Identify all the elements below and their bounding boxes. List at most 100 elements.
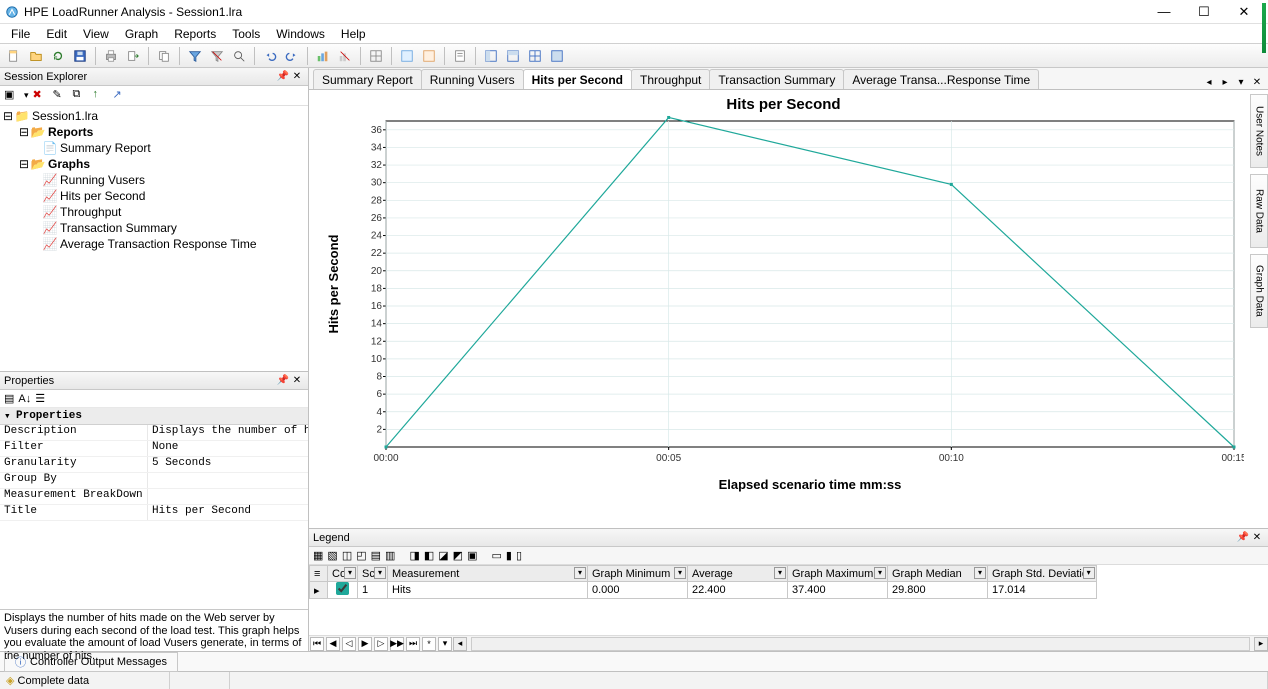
legend-row[interactable]: ▸ 1 Hits 0.000 22.400 37.400 29.800 17.0… — [310, 582, 1097, 599]
legend-tool-icon[interactable]: ▮ — [506, 549, 512, 562]
menu-file[interactable]: File — [4, 26, 37, 42]
tab-running-vusers[interactable]: Running Vusers — [421, 69, 524, 89]
prop-page-icon[interactable]: ☰ — [35, 392, 45, 405]
chart-plot[interactable]: 2468101214161820222426283032343600:0000:… — [324, 115, 1244, 495]
tree-reports[interactable]: ⊟📂Reports — [2, 124, 306, 140]
tree-graphs[interactable]: ⊟📂Graphs — [2, 156, 306, 172]
redo-icon[interactable] — [282, 46, 302, 66]
tree-root[interactable]: ⊟📁Session1.lra — [2, 108, 306, 124]
legend-tool-icon[interactable]: ▤ — [371, 549, 381, 562]
side-tab-raw-data[interactable]: Raw Data — [1250, 174, 1268, 248]
chart-remove-icon[interactable] — [335, 46, 355, 66]
legend-tool-icon[interactable]: ◨ — [409, 549, 419, 562]
tab-avg-response[interactable]: Average Transa...Response Time — [843, 69, 1039, 89]
nav-fwd-icon[interactable]: ▷ — [374, 637, 388, 651]
nav-prev-icon[interactable]: ◀ — [326, 637, 340, 651]
legend-tool-icon[interactable]: ◧ — [424, 549, 434, 562]
panel-close-icon[interactable]: ✕ — [290, 70, 304, 84]
legend-col-measurement[interactable]: Measurement▾ — [388, 566, 588, 582]
rename-icon[interactable]: ✎ — [53, 88, 69, 104]
tree-graph-item[interactable]: 📈Average Transaction Response Time — [2, 236, 306, 252]
side-tab-user-notes[interactable]: User Notes — [1250, 94, 1268, 168]
legend-col-marker[interactable]: ≡ — [310, 566, 328, 582]
menu-graph[interactable]: Graph — [118, 26, 165, 42]
nav-next-icon[interactable]: ▶▶ — [390, 637, 404, 651]
scroll-track[interactable] — [471, 637, 1250, 651]
legend-tool-icon[interactable]: ▭ — [491, 549, 501, 562]
layout4-icon[interactable] — [547, 46, 567, 66]
undo-icon[interactable] — [260, 46, 280, 66]
panel-close-icon[interactable]: ✕ — [290, 374, 304, 388]
legend-tool-icon[interactable]: ▯ — [516, 549, 522, 562]
prop-row-breakdown[interactable]: Measurement BreakDown — [0, 489, 308, 505]
menu-reports[interactable]: Reports — [167, 26, 223, 42]
filter-clear-icon[interactable] — [207, 46, 227, 66]
properties-group[interactable]: ▾Properties — [0, 408, 308, 425]
legend-tool-icon[interactable]: ▦ — [313, 549, 323, 562]
prop-row-granularity[interactable]: Granularity5 Seconds — [0, 457, 308, 473]
close-button[interactable]: ✕ — [1224, 1, 1264, 23]
menu-view[interactable]: View — [76, 26, 116, 42]
copy-icon[interactable] — [154, 46, 174, 66]
refresh-icon[interactable] — [48, 46, 68, 66]
chart-add-icon[interactable] — [313, 46, 333, 66]
legend-tool-icon[interactable]: ▣ — [467, 549, 477, 562]
nav-menu-icon[interactable]: ▾ — [438, 637, 452, 651]
tab-close-icon[interactable]: ✕ — [1250, 75, 1264, 89]
prop-row-groupby[interactable]: Group By — [0, 473, 308, 489]
legend-col-min[interactable]: Graph Minimum▾ — [588, 566, 688, 582]
tab-prev-icon[interactable]: ◂ — [1202, 75, 1216, 89]
tree-graph-item[interactable]: 📈Transaction Summary — [2, 220, 306, 236]
delete-node-icon[interactable]: ✖ — [33, 88, 49, 104]
minimize-button[interactable]: — — [1144, 1, 1184, 23]
nav-first-icon[interactable]: ⏮ — [310, 637, 324, 651]
pin-icon[interactable]: 📌 — [276, 374, 290, 388]
tree-graph-item[interactable]: 📈Throughput — [2, 204, 306, 220]
legend-col-col[interactable]: Col▾ — [328, 566, 358, 582]
legend-tool-icon[interactable]: ▧ — [327, 549, 337, 562]
export-icon[interactable] — [123, 46, 143, 66]
tab-next-icon[interactable]: ▸ — [1218, 75, 1232, 89]
tree-report-item[interactable]: 📄Summary Report — [2, 140, 306, 156]
layout3-icon[interactable] — [525, 46, 545, 66]
prop-row-description[interactable]: DescriptionDisplays the number of hits m… — [0, 425, 308, 441]
tab-hits-per-second[interactable]: Hits per Second — [523, 69, 632, 89]
zoom-icon[interactable] — [229, 46, 249, 66]
legend-tool-icon[interactable]: ◰ — [356, 549, 366, 562]
scroll-left-icon[interactable]: ◂ — [453, 637, 467, 651]
legend-visible-checkbox[interactable] — [336, 582, 349, 595]
tab-throughput[interactable]: Throughput — [631, 69, 710, 89]
pin-icon[interactable]: 📌 — [276, 70, 290, 84]
tree-graph-item[interactable]: 📈Hits per Second — [2, 188, 306, 204]
legend-tool-icon[interactable]: ◩ — [453, 549, 463, 562]
output-tab[interactable]: ⓘ Controller Output Messages — [4, 652, 178, 672]
sort-icon[interactable]: A↓ — [18, 393, 31, 405]
side-tab-graph-data[interactable]: Graph Data — [1250, 254, 1268, 328]
report-icon[interactable] — [450, 46, 470, 66]
save-icon[interactable] — [70, 46, 90, 66]
nav-play-icon[interactable]: ▶ — [358, 637, 372, 651]
layout2-icon[interactable] — [503, 46, 523, 66]
nav-back-icon[interactable]: ◁ — [342, 637, 356, 651]
menu-tools[interactable]: Tools — [225, 26, 267, 42]
menu-help[interactable]: Help — [334, 26, 373, 42]
nav-star-icon[interactable]: * — [422, 637, 436, 651]
tool-b-icon[interactable] — [419, 46, 439, 66]
panel-close-icon[interactable]: ✕ — [1250, 531, 1264, 545]
filter-icon[interactable] — [185, 46, 205, 66]
print-icon[interactable] — [101, 46, 121, 66]
open-icon[interactable] — [26, 46, 46, 66]
add-node-icon[interactable]: ▣ — [4, 88, 20, 104]
prop-row-filter[interactable]: FilterNone — [0, 441, 308, 457]
menu-edit[interactable]: Edit — [39, 26, 74, 42]
tab-transaction-summary[interactable]: Transaction Summary — [709, 69, 844, 89]
legend-col-scale[interactable]: Sca▾ — [358, 566, 388, 582]
legend-col-max[interactable]: Graph Maximum▾ — [788, 566, 888, 582]
legend-col-avg[interactable]: Average▾ — [688, 566, 788, 582]
grid-icon[interactable] — [366, 46, 386, 66]
tab-list-icon[interactable]: ▾ — [1234, 75, 1248, 89]
layout1-icon[interactable] — [481, 46, 501, 66]
up-icon[interactable]: ↑ — [93, 88, 109, 104]
tree-graph-item[interactable]: 📈Running Vusers — [2, 172, 306, 188]
prop-row-title[interactable]: TitleHits per Second — [0, 505, 308, 521]
